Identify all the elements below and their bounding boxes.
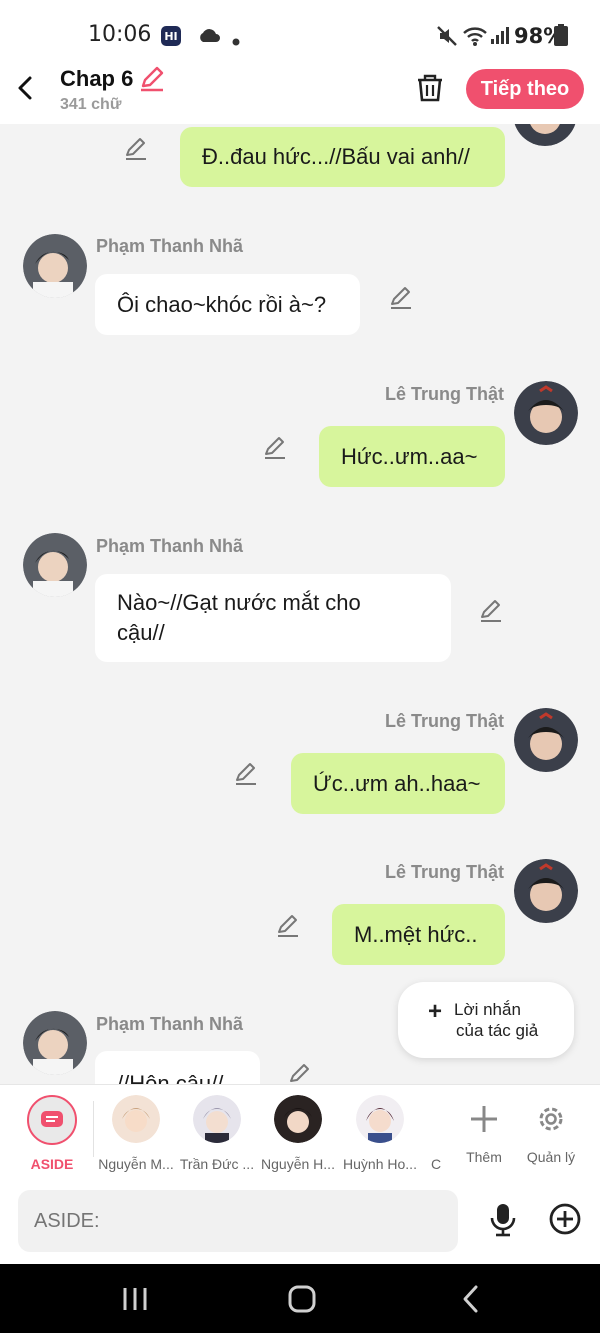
signal-icon — [490, 25, 510, 50]
dot-icon — [232, 33, 240, 51]
character-label: Trần Đức ... — [179, 1156, 255, 1172]
avatar[interactable] — [514, 708, 578, 772]
message-bubble[interactable]: Đ..đau hức...//Bấu vai anh// — [180, 127, 505, 187]
message-text: M..mệt hức.. — [354, 921, 478, 947]
status-bar: 10:06 HI 98% — [0, 0, 600, 64]
mute-icon — [436, 25, 458, 52]
speaker-name: Phạm Thanh Nhã — [96, 1014, 244, 1034]
manage-button[interactable]: Quản lý — [511, 1095, 591, 1165]
character-label: ASIDE — [30, 1156, 74, 1172]
message-input[interactable] — [18, 1190, 458, 1252]
character-label: Huỳnh Ho... — [343, 1156, 417, 1172]
recent-apps-icon[interactable] — [120, 1286, 150, 1317]
message-text-line: Nào~//Gạt nước mắt cho — [117, 590, 361, 615]
input-bar — [0, 1180, 600, 1264]
message-bubble[interactable]: M..mệt hức.. — [332, 904, 505, 965]
avatar[interactable] — [23, 234, 87, 298]
avatar[interactable] — [514, 859, 578, 923]
character-label: Nguyễn M... — [98, 1156, 174, 1172]
divider — [93, 1101, 94, 1157]
message-text: Hức..ưm..aa~ — [341, 443, 478, 469]
avatar[interactable] — [514, 381, 578, 445]
system-nav-bar — [0, 1264, 600, 1333]
gear-icon — [511, 1095, 591, 1143]
character-bar: ASIDE Nguyễn M... Trần Đức ... Nguyễn H.… — [0, 1084, 600, 1180]
chapter-title: Chap 6 — [60, 66, 134, 91]
manage-label: Quản lý — [526, 1149, 576, 1165]
speaker-name: Lê Trung Thật — [385, 711, 504, 731]
message-text: Đ..đau hức...//Bấu vai anh// — [202, 144, 470, 169]
message-bubble[interactable]: Nào~//Gạt nước mắt cho cậu// — [95, 574, 451, 662]
avatar — [193, 1095, 241, 1143]
edit-message-icon[interactable] — [287, 1061, 313, 1084]
chat-bubble-icon — [27, 1095, 77, 1145]
edit-message-icon[interactable] — [262, 434, 288, 460]
word-count: 341 chữ — [60, 96, 122, 113]
message-bubble[interactable]: //Hôn cậu// — [95, 1051, 260, 1084]
avatar — [274, 1095, 322, 1143]
author-note-button[interactable]: + Lời nhắn của tác giả — [398, 982, 574, 1058]
microphone-icon[interactable] — [488, 1202, 518, 1243]
speaker-name: Phạm Thanh Nhã — [96, 236, 244, 256]
add-circle-icon[interactable] — [548, 1202, 582, 1241]
message-text-line: cậu// — [117, 620, 165, 645]
message-bubble[interactable]: Hức..ưm..aa~ — [319, 426, 505, 487]
status-time: 10:06 — [88, 22, 152, 47]
character-label: Nguyễn H... — [261, 1156, 335, 1172]
next-button[interactable]: Tiếp theo — [466, 69, 584, 109]
cloud-icon — [198, 27, 220, 48]
chat-area[interactable]: Đ..đau hức...//Bấu vai anh// Phạm Thanh … — [0, 124, 600, 1084]
edit-message-icon[interactable] — [388, 284, 414, 310]
message-text: Ôi chao~khóc rồi à~? — [117, 291, 327, 317]
svg-text:HI: HI — [164, 30, 177, 43]
author-note-label: Lời nhắn — [454, 1000, 521, 1019]
edit-message-icon[interactable] — [275, 912, 301, 938]
message-text: Ức..ưm ah..haa~ — [313, 770, 481, 796]
speaker-name: Phạm Thanh Nhã — [96, 536, 244, 556]
plus-icon: + — [428, 998, 443, 1025]
character-aside[interactable]: ASIDE — [12, 1095, 92, 1172]
character-item[interactable]: Huỳnh Ho... — [340, 1095, 420, 1172]
speaker-name: Lê Trung Thật — [385, 384, 504, 404]
character-label: C — [430, 1156, 442, 1172]
author-note-label: của tác giả — [456, 1021, 539, 1040]
avatar — [356, 1095, 404, 1143]
message-bubble[interactable]: Ức..ưm ah..haa~ — [291, 753, 505, 814]
avatar[interactable] — [23, 533, 87, 597]
avatar[interactable] — [23, 1011, 87, 1075]
app-notification-icon: HI — [160, 25, 182, 52]
edit-message-icon[interactable] — [233, 760, 259, 786]
message-text: //Hôn cậu// — [117, 1071, 224, 1084]
character-item[interactable]: Nguyễn H... — [258, 1095, 338, 1172]
speaker-name: Lê Trung Thật — [385, 862, 504, 882]
character-item[interactable]: Nguyễn M... — [96, 1095, 176, 1172]
delete-icon[interactable] — [415, 72, 445, 109]
avatar[interactable] — [513, 124, 577, 146]
character-item[interactable]: Trần Đức ... — [177, 1095, 257, 1172]
wifi-icon — [462, 25, 488, 52]
battery-icon — [554, 24, 568, 51]
back-icon[interactable] — [460, 1284, 482, 1319]
back-arrow-icon[interactable] — [14, 74, 38, 102]
message-bubble[interactable]: Ôi chao~khóc rồi à~? — [95, 274, 360, 335]
edit-message-icon[interactable] — [478, 597, 504, 623]
character-item[interactable]: C — [426, 1095, 446, 1172]
avatar — [112, 1095, 160, 1143]
edit-title-icon[interactable] — [138, 64, 166, 97]
home-icon[interactable] — [287, 1284, 317, 1319]
edit-message-icon[interactable] — [123, 135, 149, 161]
chapter-header: Chap 6 341 chữ Tiếp theo — [0, 56, 600, 124]
